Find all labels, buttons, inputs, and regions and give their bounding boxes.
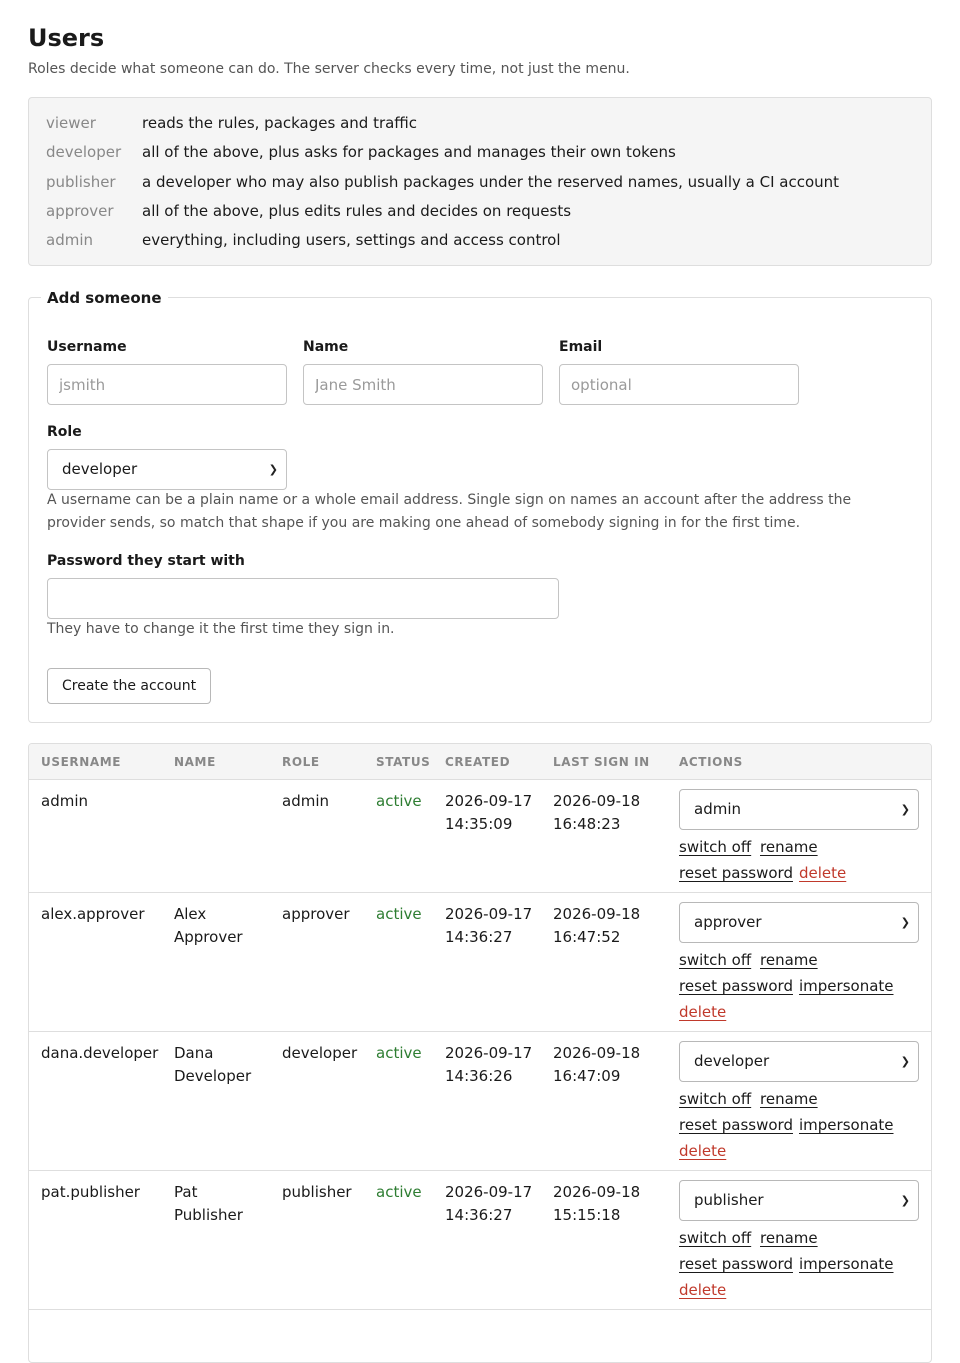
chevron-down-icon: ❯ [900, 1055, 910, 1068]
role-name: publisher [46, 173, 116, 191]
name-input[interactable] [303, 364, 543, 405]
column-header-status: STATUS [376, 755, 431, 769]
users-table: USERNAME NAME ROLE STATUS CREATED LAST S… [28, 743, 932, 1363]
rename-link[interactable]: rename [760, 950, 818, 970]
email-label: Email [559, 339, 603, 355]
switch-off-link[interactable]: switch off [679, 1089, 751, 1109]
username-input[interactable] [47, 364, 287, 405]
column-header-created: CREATED [445, 755, 511, 769]
add-user-form: Add someone Username Name Email Role dev… [28, 286, 932, 723]
chevron-down-icon: ❯ [900, 803, 910, 816]
role-name: approver [46, 202, 114, 220]
role-description: everything, including users, settings an… [142, 231, 561, 249]
page-title: Users [28, 24, 105, 52]
username-label: Username [47, 339, 127, 355]
row-username: alex.approver [41, 905, 145, 923]
delete-link[interactable]: delete [679, 1280, 726, 1300]
row-username: pat.publisher [41, 1183, 140, 1201]
column-header-name: NAME [174, 755, 216, 769]
password-label: Password they start with [47, 553, 245, 569]
chevron-down-icon: ❯ [268, 463, 278, 476]
chevron-down-icon: ❯ [900, 916, 910, 929]
table-row: admin admin active 2026-09-17 14:35:09 20… [29, 780, 931, 893]
table-row: pat.publisher Pat Publisher publisher act… [29, 1171, 931, 1310]
row-status: active [376, 1183, 422, 1201]
delete-link[interactable]: delete [799, 863, 846, 883]
rename-link[interactable]: rename [760, 1089, 818, 1109]
row-role-select[interactable]: developer ❯ [679, 1041, 919, 1082]
row-status: active [376, 905, 422, 923]
create-account-button[interactable]: Create the account [47, 668, 212, 704]
row-last-sign-in: 2026-09-18 16:47:09 [553, 1044, 641, 1085]
table-row: dana.developer Dana Developer developer a… [29, 1032, 931, 1171]
column-header-last-sign-in: LAST SIGN IN [553, 755, 650, 769]
table-row: alex.approver Alex Approver approver acti… [29, 893, 931, 1032]
reset-password-link[interactable]: reset password [679, 1115, 793, 1135]
column-header-username: USERNAME [41, 755, 122, 769]
role-description: reads the rules, packages and traffic [142, 114, 418, 132]
switch-off-link[interactable]: switch off [679, 837, 751, 857]
rename-link[interactable]: rename [760, 837, 818, 857]
reset-password-link[interactable]: reset password [679, 863, 793, 883]
switch-off-link[interactable]: switch off [679, 1228, 751, 1248]
role-label: Role [47, 424, 82, 440]
row-last-sign-in: 2026-09-18 15:15:18 [553, 1183, 641, 1224]
row-role-select-value: approver [694, 913, 762, 931]
role-name: admin [46, 231, 93, 249]
row-last-sign-in: 2026-09-18 16:48:23 [553, 792, 641, 833]
row-role-select[interactable]: approver ❯ [679, 902, 919, 943]
table-header: USERNAME NAME ROLE STATUS CREATED LAST S… [29, 744, 931, 780]
row-role: admin [282, 792, 329, 810]
role-description: all of the above, plus asks for packages… [142, 143, 676, 161]
chevron-down-icon: ❯ [900, 1194, 910, 1207]
rename-link[interactable]: rename [760, 1228, 818, 1248]
role-select-value: developer [62, 460, 138, 478]
email-input[interactable] [559, 364, 799, 405]
reset-password-link[interactable]: reset password [679, 1254, 793, 1274]
row-role-select-value: admin [694, 800, 741, 818]
switch-off-link[interactable]: switch off [679, 950, 751, 970]
row-status: active [376, 1044, 422, 1062]
role-description: all of the above, plus edits rules and d… [142, 202, 572, 220]
row-created: 2026-09-17 14:36:27 [445, 1183, 533, 1224]
username-hint: A username can be a plain name or a whol… [47, 492, 852, 531]
role-name: developer [46, 143, 122, 161]
row-role: publisher [282, 1183, 352, 1201]
row-status: active [376, 792, 422, 810]
row-role-select[interactable]: publisher ❯ [679, 1180, 919, 1221]
impersonate-link[interactable]: impersonate [799, 1254, 894, 1274]
row-created: 2026-09-17 14:36:27 [445, 905, 533, 946]
form-legend: Add someone [41, 286, 168, 310]
row-created: 2026-09-17 14:36:26 [445, 1044, 533, 1085]
page-subtitle: Roles decide what someone can do. The se… [28, 61, 630, 77]
row-username: dana.developer [41, 1044, 159, 1062]
row-created: 2026-09-17 14:35:09 [445, 792, 533, 833]
row-role-select-value: developer [694, 1052, 770, 1070]
delete-link[interactable]: delete [679, 1002, 726, 1022]
role-description: a developer who may also publish package… [142, 173, 840, 191]
role-select[interactable]: developer ❯ [47, 449, 287, 490]
reset-password-link[interactable]: reset password [679, 976, 793, 996]
row-role: developer [282, 1044, 358, 1062]
password-hint: They have to change it the first time th… [47, 621, 395, 637]
row-username: admin [41, 792, 88, 810]
row-role-select[interactable]: admin ❯ [679, 789, 919, 830]
impersonate-link[interactable]: impersonate [799, 976, 894, 996]
row-name: Alex Approver [174, 905, 243, 946]
row-role: approver [282, 905, 350, 923]
row-role-select-value: publisher [694, 1191, 764, 1209]
column-header-role: ROLE [282, 755, 320, 769]
delete-link[interactable]: delete [679, 1141, 726, 1161]
row-name: Dana Developer [174, 1044, 252, 1085]
column-header-actions: ACTIONS [679, 755, 743, 769]
role-name: viewer [46, 114, 96, 132]
password-input[interactable] [47, 578, 559, 619]
role-descriptions: viewer reads the rules, packages and tra… [28, 97, 932, 266]
name-label: Name [303, 339, 349, 355]
row-last-sign-in: 2026-09-18 16:47:52 [553, 905, 641, 946]
row-name: Pat Publisher [174, 1183, 243, 1224]
impersonate-link[interactable]: impersonate [799, 1115, 894, 1135]
